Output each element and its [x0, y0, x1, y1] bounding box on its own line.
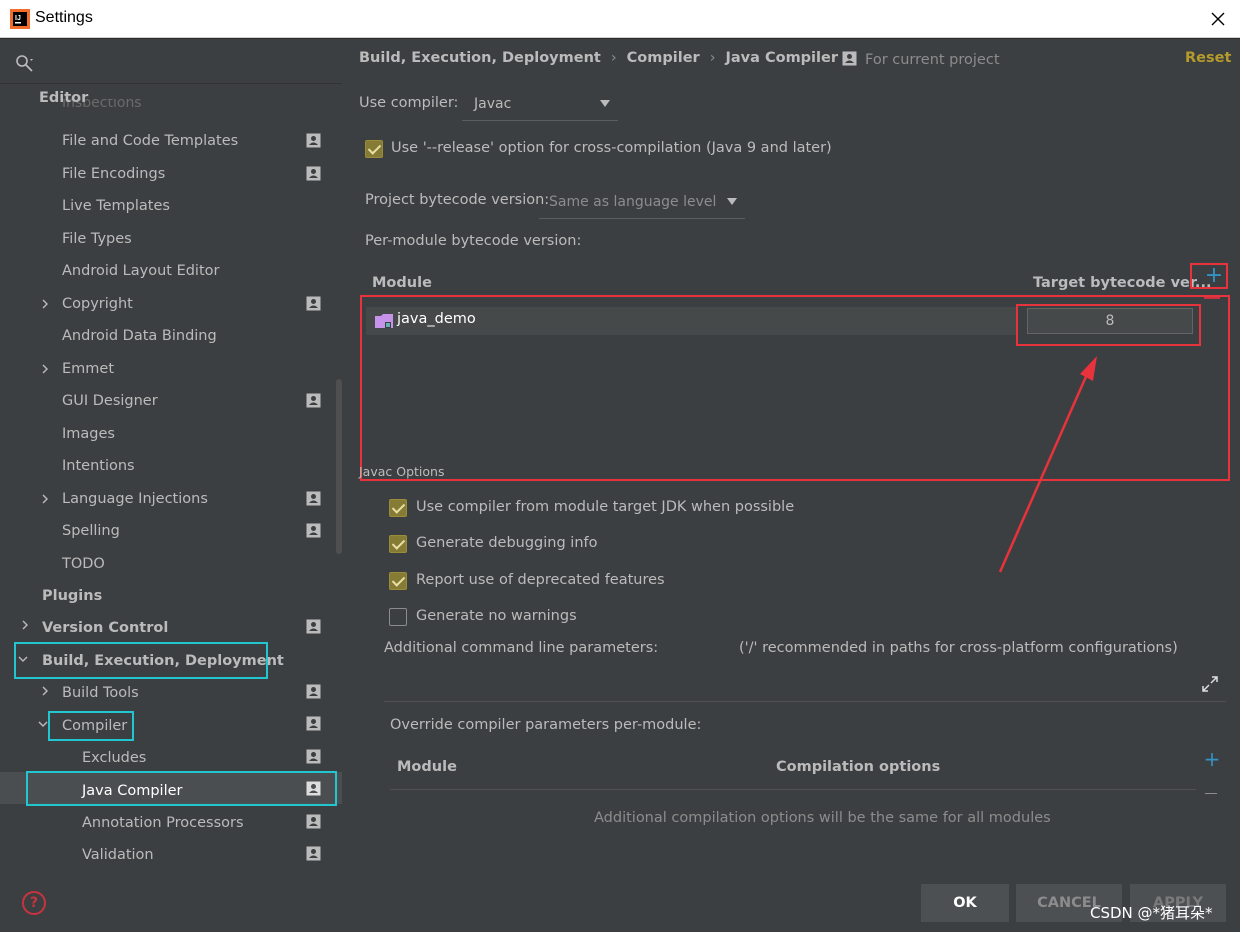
- sidebar-item-file-and-code-templates[interactable]: File and Code Templates: [62, 126, 238, 156]
- sidebar-section-plugins[interactable]: Plugins: [42, 581, 102, 611]
- project-bytecode-label: Project bytecode version:: [365, 192, 550, 208]
- project-scope-icon: [306, 619, 321, 634]
- javac-options-title: Javac Options: [359, 464, 445, 479]
- close-button[interactable]: [1195, 0, 1240, 38]
- project-scope-icon: [306, 684, 321, 699]
- sidebar-item-todo[interactable]: TODO: [62, 549, 105, 579]
- breadcrumb-separator: ›: [709, 50, 716, 66]
- project-scope-icon: [306, 166, 321, 181]
- sidebar-item-spelling[interactable]: Spelling: [62, 516, 120, 546]
- sidebar-item-file-encodings[interactable]: File Encodings: [62, 159, 165, 189]
- sidebar-section-editor[interactable]: Editor: [39, 83, 88, 113]
- chevron-right-icon[interactable]: [39, 363, 51, 375]
- override-empty-text: Additional compilation options will be t…: [594, 810, 1051, 826]
- sidebar-item-images[interactable]: Images: [62, 419, 115, 449]
- reset-link[interactable]: Reset: [1185, 50, 1231, 66]
- override-table-header-divider: [390, 789, 1196, 790]
- svg-text:IJ: IJ: [15, 15, 21, 22]
- window-title: Settings: [35, 9, 93, 26]
- sidebar-item-intentions[interactable]: Intentions: [62, 451, 135, 481]
- breadcrumb-item[interactable]: Compiler: [627, 50, 700, 66]
- project-scope-icon: [306, 749, 321, 764]
- project-scope-icon: [306, 846, 321, 861]
- title-bar: IJ Settings: [0, 0, 1240, 38]
- breadcrumb-item[interactable]: Build, Execution, Deployment: [359, 50, 601, 66]
- breadcrumb-separator: ›: [610, 50, 617, 66]
- override-label: Override compiler parameters per-module:: [390, 717, 702, 733]
- module-column-header[interactable]: Module: [372, 275, 432, 291]
- project-scope-icon: [306, 491, 321, 506]
- close-icon: [1211, 12, 1224, 26]
- sidebar-item-gui-designer[interactable]: GUI Designer: [62, 386, 158, 416]
- dropdown-arrow-icon: [600, 100, 610, 107]
- sidebar-item-language-injections[interactable]: Language Injections: [62, 484, 208, 514]
- additional-params-input[interactable]: [384, 701, 1226, 702]
- search-icon[interactable]: [14, 53, 36, 75]
- target-column-header[interactable]: Target bytecode ver...: [1033, 275, 1211, 291]
- use-module-jdk-checkbox[interactable]: [389, 499, 407, 517]
- sidebar-item-build-tools[interactable]: Build Tools: [62, 678, 139, 708]
- project-scope-icon: [306, 296, 321, 311]
- intellij-logo-icon: IJ: [10, 9, 30, 29]
- chevron-right-icon[interactable]: [39, 298, 51, 310]
- additional-params-label: Additional command line parameters:: [384, 640, 659, 656]
- chevron-right-icon[interactable]: [19, 619, 31, 631]
- remove-override-button[interactable]: [1205, 793, 1217, 794]
- additional-params-hint: ('/' recommended in paths for cross-plat…: [739, 640, 1178, 656]
- settings-content: Build, Execution, Deployment › Compiler › Ja…: [342, 39, 1240, 932]
- no-warnings-label: Generate no warnings: [416, 608, 577, 624]
- sidebar-item-annotation-processors[interactable]: Annotation Processors: [82, 808, 244, 838]
- project-scope-icon: [306, 523, 321, 538]
- chevron-right-icon[interactable]: [39, 493, 51, 505]
- highlight-target-input: [1016, 304, 1201, 346]
- highlight-compiler: [48, 711, 134, 741]
- release-option-checkbox[interactable]: [365, 140, 383, 158]
- sidebar-item-android-layout-editor[interactable]: Android Layout Editor: [62, 256, 219, 286]
- highlight-java-compiler: [26, 771, 337, 806]
- project-scope-icon: [842, 51, 857, 66]
- project-scope-icon: [306, 133, 321, 148]
- dropdown-arrow-icon: [727, 198, 737, 205]
- sidebar-item-excludes[interactable]: Excludes: [82, 743, 146, 773]
- project-bytecode-value: Same as language level: [549, 194, 717, 210]
- project-scope-icon: [306, 716, 321, 731]
- ok-button[interactable]: OK: [921, 884, 1009, 922]
- highlight-build: [14, 642, 268, 679]
- deprecated-features-checkbox[interactable]: [389, 572, 407, 590]
- debugging-info-checkbox[interactable]: [389, 535, 407, 553]
- project-scope-icon: [306, 814, 321, 829]
- override-module-header[interactable]: Module: [397, 759, 457, 775]
- sidebar-item-copyright[interactable]: Copyright: [62, 289, 133, 319]
- compilation-options-header[interactable]: Compilation options: [776, 759, 940, 775]
- sidebar-item-version-control[interactable]: Version Control: [42, 613, 168, 643]
- chevron-right-icon[interactable]: [39, 685, 51, 697]
- use-compiler-select[interactable]: Javac: [462, 87, 618, 121]
- breadcrumb-item: Java Compiler: [725, 50, 838, 66]
- watermark: CSDN @*猪耳朵*: [1090, 904, 1213, 922]
- sidebar-item-live-templates[interactable]: Live Templates: [62, 191, 170, 221]
- highlight-add-button: [1190, 263, 1228, 289]
- release-option-label: Use '--release' option for cross-compila…: [391, 140, 832, 156]
- sidebar-item-android-data-binding[interactable]: Android Data Binding: [62, 321, 217, 351]
- debugging-info-label: Generate debugging info: [416, 535, 598, 551]
- use-compiler-label: Use compiler:: [359, 95, 459, 111]
- breadcrumb: Build, Execution, Deployment › Compiler › Ja…: [359, 50, 838, 66]
- expand-icon[interactable]: [1202, 676, 1218, 692]
- use-compiler-value: Javac: [474, 96, 512, 112]
- add-override-button[interactable]: +: [1202, 749, 1222, 769]
- sidebar-item-emmet[interactable]: Emmet: [62, 354, 114, 384]
- no-warnings-checkbox[interactable]: [389, 608, 407, 626]
- sidebar-item-file-types[interactable]: File Types: [62, 224, 132, 254]
- project-bytecode-select[interactable]: Same as language level: [539, 185, 745, 219]
- use-module-jdk-label: Use compiler from module target JDK when…: [416, 499, 795, 515]
- deprecated-features-label: Report use of deprecated features: [416, 572, 665, 588]
- sidebar-item-validation[interactable]: Validation: [82, 840, 154, 870]
- help-button[interactable]: ?: [22, 891, 46, 915]
- project-scope-icon: [306, 393, 321, 408]
- for-current-project-note: For current project: [842, 51, 1000, 68]
- per-module-label: Per-module bytecode version:: [365, 233, 582, 249]
- for-current-project-label: For current project: [865, 52, 1000, 68]
- settings-sidebar: Inspections Editor File and Code Templat…: [0, 39, 342, 932]
